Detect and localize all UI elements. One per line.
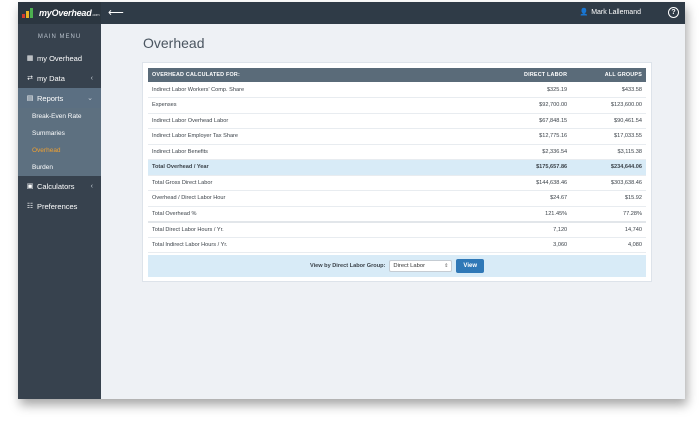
table-row: Indirect Labor Workers' Comp. Share $325… xyxy=(148,82,646,98)
submenu-item-overhead[interactable]: Overhead xyxy=(18,142,101,159)
row-label: Indirect Labor Benefits xyxy=(148,144,487,160)
table-header-row: OVERHEAD CALCULATED FOR: DIRECT LABOR AL… xyxy=(148,68,646,82)
submenu-item-burden[interactable]: Burden xyxy=(18,159,101,176)
sidebar-item-label: my Overhead xyxy=(37,53,83,63)
all-groups-value: 77.28% xyxy=(571,206,646,222)
sidebar-item-calculators[interactable]: ▣ Calculators ‹ xyxy=(18,176,101,196)
overhead-table: OVERHEAD CALCULATED FOR: DIRECT LABOR AL… xyxy=(148,68,646,253)
direct-labor-value: 3,060 xyxy=(486,237,572,253)
user-icon: 👤 xyxy=(579,9,589,16)
chevron-left-icon: ‹ xyxy=(90,182,93,190)
direct-labor-value: $175,657.86 xyxy=(486,159,572,176)
app-window: myOverhead.com ⟵ 👤 Mark Lallemand ? MAIN… xyxy=(18,2,685,399)
sidebar-item-label: Reports xyxy=(37,93,64,103)
sidebar: MAIN MENU ▦ my Overhead ⇄ my Data ‹ ▤ Re… xyxy=(18,24,101,399)
report-icon: ▤ xyxy=(26,95,34,102)
group-filter-bar: View by Direct Labor Group: Direct Labor… xyxy=(148,255,646,277)
total-row: Total Overhead / Year $175,657.86 $234,6… xyxy=(148,159,646,176)
reports-submenu: Break-Even Rate Summaries Overhead Burde… xyxy=(18,108,101,176)
chevron-left-icon: ‹ xyxy=(90,74,93,82)
submenu-item-summaries[interactable]: Summaries xyxy=(18,125,101,142)
column-header: DIRECT LABOR xyxy=(486,68,572,82)
labor-group-select[interactable]: Direct Labor ⇕ xyxy=(389,260,453,272)
table-row: Indirect Labor Benefits $2,336.54 $3,115… xyxy=(148,144,646,160)
all-groups-value: $90,461.54 xyxy=(571,113,646,129)
row-label: Indirect Labor Overhead Labor xyxy=(148,113,487,129)
user-name: Mark Lallemand xyxy=(591,8,641,16)
submenu-item-break-even-rate[interactable]: Break-Even Rate xyxy=(18,108,101,125)
all-groups-value: $123,600.00 xyxy=(571,97,646,114)
table-row: Overhead / Direct Labor Hour $24.67 $15.… xyxy=(148,190,646,207)
logo-bars-icon xyxy=(22,8,36,18)
all-groups-value: $3,115.38 xyxy=(571,144,646,160)
help-icon[interactable]: ? xyxy=(668,7,679,18)
row-label: Expenses xyxy=(148,97,487,114)
direct-labor-value: $2,336.54 xyxy=(486,144,572,160)
table-row: Total Gross Direct Labor $144,638.46 $30… xyxy=(148,175,646,191)
row-label: Overhead / Direct Labor Hour xyxy=(148,190,487,207)
grid-icon: ▦ xyxy=(26,55,34,62)
sidebar-item-label: my Data xyxy=(37,73,65,83)
sidebar-item-my-overhead[interactable]: ▦ my Overhead xyxy=(18,48,101,68)
row-label: Total Gross Direct Labor xyxy=(148,175,487,191)
all-groups-value: 14,740 xyxy=(571,220,646,238)
table-row: Expenses $92,700.00 $123,600.00 xyxy=(148,97,646,114)
column-header: ALL GROUPS xyxy=(571,68,646,82)
all-groups-value: $234,644.06 xyxy=(571,159,646,176)
overhead-card: OVERHEAD CALCULATED FOR: DIRECT LABOR AL… xyxy=(142,62,652,282)
row-label: Indirect Labor Employer Tax Share xyxy=(148,128,487,145)
all-groups-value: $15.92 xyxy=(571,190,646,207)
direct-labor-value: $24.67 xyxy=(486,190,572,207)
group-filter-label: View by Direct Labor Group: xyxy=(309,263,386,269)
table-row: Total Indirect Labor Hours / Yr. 3,060 4… xyxy=(148,237,646,253)
view-button[interactable]: View xyxy=(456,259,484,273)
select-arrows-icon: ⇕ xyxy=(444,263,449,269)
column-header: OVERHEAD CALCULATED FOR: xyxy=(148,68,487,82)
row-label: Total Direct Labor Hours / Yr. xyxy=(148,220,487,238)
table-row: Total Overhead % 121.45% 77.28% xyxy=(148,206,646,222)
user-menu[interactable]: 👤 Mark Lallemand xyxy=(579,8,641,17)
back-arrow-icon[interactable]: ⟵ xyxy=(108,7,124,19)
row-label: Total Overhead / Year xyxy=(148,159,487,176)
brand-name: myOverhead.com xyxy=(39,8,100,18)
sidebar-item-label: Preferences xyxy=(37,201,78,211)
all-groups-value: $433.58 xyxy=(571,82,646,98)
direct-labor-value: $144,638.46 xyxy=(486,175,572,191)
table-row: Indirect Labor Employer Tax Share $12,77… xyxy=(148,128,646,145)
table-row: Total Direct Labor Hours / Yr. 7,120 14,… xyxy=(148,220,646,238)
direct-labor-value: $12,775.16 xyxy=(486,128,572,145)
calculator-icon: ▣ xyxy=(26,183,34,190)
sidebar-item-reports[interactable]: ▤ Reports ⌄ xyxy=(18,88,101,108)
selected-group: Direct Labor xyxy=(393,263,425,269)
direct-labor-value: 7,120 xyxy=(486,220,572,238)
chevron-down-icon: ⌄ xyxy=(87,95,93,102)
row-label: Total Indirect Labor Hours / Yr. xyxy=(148,237,487,253)
all-groups-value: $17,033.55 xyxy=(571,128,646,145)
sidebar-item-preferences[interactable]: ☷ Preferences xyxy=(18,196,101,216)
direct-labor-value: $325.19 xyxy=(486,82,572,98)
all-groups-value: $303,638.46 xyxy=(571,175,646,191)
menu-title: MAIN MENU xyxy=(37,34,82,40)
sidebar-item-my-data[interactable]: ⇄ my Data ‹ xyxy=(18,68,101,88)
sidebar-item-label: Calculators xyxy=(37,181,75,191)
brand-logo[interactable]: myOverhead.com xyxy=(18,2,101,24)
top-bar: myOverhead.com ⟵ 👤 Mark Lallemand ? xyxy=(18,2,685,24)
direct-labor-value: $92,700.00 xyxy=(486,97,572,114)
row-label: Indirect Labor Workers' Comp. Share xyxy=(148,82,487,98)
row-label: Total Overhead % xyxy=(148,206,487,222)
table-row: Indirect Labor Overhead Labor $67,848.15… xyxy=(148,113,646,129)
preferences-icon: ☷ xyxy=(26,203,34,210)
sliders-icon: ⇄ xyxy=(27,75,33,82)
direct-labor-value: 121.45% xyxy=(486,206,572,222)
direct-labor-value: $67,848.15 xyxy=(486,113,572,129)
all-groups-value: 4,080 xyxy=(571,237,646,253)
page-title: Overhead xyxy=(143,35,205,51)
